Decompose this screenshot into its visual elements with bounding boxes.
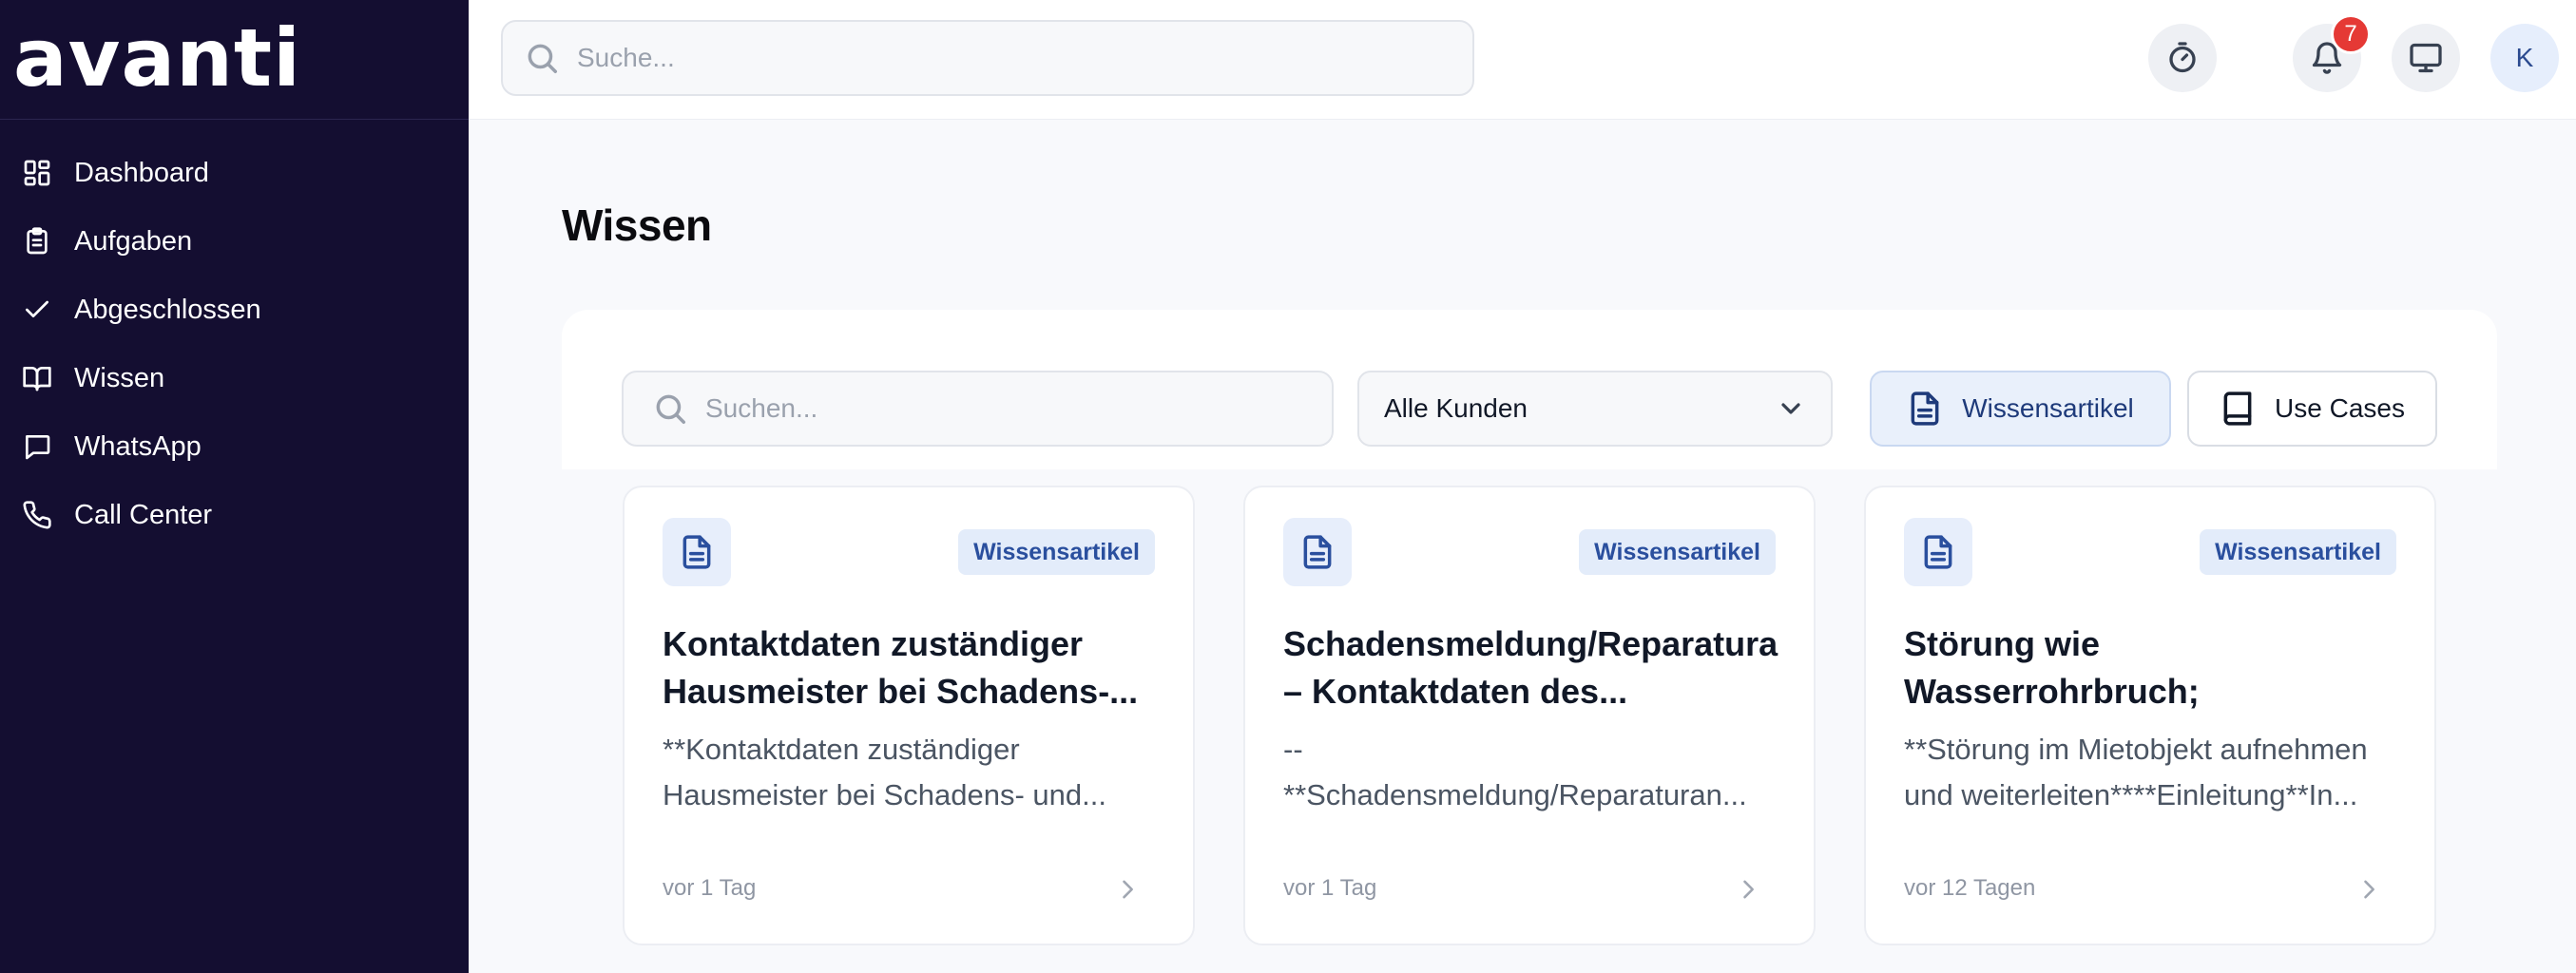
knowledge-search-input[interactable]	[705, 393, 1295, 424]
sidebar-item-label: Call Center	[74, 499, 213, 530]
notification-count-badge: 7	[2331, 14, 2371, 54]
global-search-input[interactable]	[577, 43, 1432, 73]
book-icon	[2223, 391, 2252, 426]
card-description: **Störung im Mietobjekt aufnehmen und we…	[1904, 733, 2368, 811]
card-description: -- **Schadensmeldung/Reparaturan...	[1283, 733, 1747, 811]
sidebar-item-aufgaben[interactable]: Aufgaben	[0, 207, 469, 276]
clipboard-icon	[19, 223, 55, 259]
message-icon	[19, 429, 55, 465]
book-open-icon	[19, 360, 55, 396]
card-date: vor 12 Tagen	[1904, 875, 2036, 901]
toggle-use-cases[interactable]: Use Cases	[2187, 371, 2437, 447]
document-icon	[1283, 518, 1352, 586]
card-type-badge: Wissensartikel	[1579, 529, 1776, 575]
knowledge-search[interactable]	[622, 371, 1334, 447]
sidebar-item-label: Dashboard	[74, 157, 209, 188]
user-avatar[interactable]: K	[2490, 24, 2559, 92]
card-description: **Kontaktdaten zuständiger Hausmeister b…	[663, 733, 1106, 811]
chevron-right-icon[interactable]	[1113, 875, 1142, 904]
card-title: Schadensmeldung/Reparaturan – Kontaktdat…	[1283, 624, 1779, 711]
card-title: Kontaktdaten zuständiger Hausmeister bei…	[663, 624, 1139, 711]
logo-area: avanti	[0, 0, 469, 120]
customer-select[interactable]: Alle Kunden	[1357, 371, 1833, 447]
toggle-label: Use Cases	[2275, 393, 2405, 423]
sidebar-item-whatsapp[interactable]: WhatsApp	[0, 412, 469, 481]
document-icon	[663, 518, 731, 586]
sidebar-item-wissen[interactable]: Wissen	[0, 344, 469, 412]
sidebar-item-label: Aufgaben	[74, 225, 193, 257]
phone-icon	[19, 497, 55, 533]
page-title: Wissen	[562, 200, 712, 250]
global-search[interactable]	[501, 20, 1474, 96]
sidebar-item-label: Abgeschlossen	[74, 294, 261, 325]
knowledge-card[interactable]: Wissensartikel Schadensmeldung/Reparatur…	[1243, 486, 1816, 945]
card-date: vor 1 Tag	[663, 875, 757, 901]
card-date: vor 1 Tag	[1283, 875, 1377, 901]
display-button[interactable]	[2392, 24, 2460, 92]
knowledge-card[interactable]: Wissensartikel Kontaktdaten zuständiger …	[623, 486, 1195, 945]
chevron-down-icon	[1781, 403, 1800, 414]
search-icon	[528, 44, 557, 73]
sidebar-item-abgeschlossen[interactable]: Abgeschlossen	[0, 276, 469, 344]
chevron-right-icon[interactable]	[2355, 875, 2383, 904]
chevron-right-icon[interactable]	[1734, 875, 1762, 904]
sidebar-item-dashboard[interactable]: Dashboard	[0, 139, 469, 207]
document-icon	[1911, 391, 1939, 426]
sidebar-item-call-center[interactable]: Call Center	[0, 481, 469, 549]
card-title: Störung wie Wasserrohrbruch; Stromausfal…	[1904, 624, 2200, 711]
sidebar-nav: Dashboard Aufgaben Abgeschlossen Wissen …	[0, 120, 469, 549]
document-icon	[1904, 518, 1972, 586]
sidebar-item-label: Wissen	[74, 362, 165, 393]
app-logo[interactable]: avanti	[13, 18, 301, 98]
search-icon	[656, 394, 685, 424]
monitor-icon	[2410, 43, 2442, 73]
check-icon	[19, 292, 55, 328]
timer-icon	[2169, 42, 2196, 73]
toggle-wissensartikel[interactable]: Wissensartikel	[1870, 371, 2171, 447]
dashboard-icon	[19, 155, 55, 191]
card-type-badge: Wissensartikel	[958, 529, 1155, 575]
toggle-label: Wissensartikel	[1962, 393, 2134, 423]
knowledge-card[interactable]: Wissensartikel Störung wie Wasserrohrbru…	[1864, 486, 2436, 945]
card-type-badge: Wissensartikel	[2200, 529, 2396, 575]
timer-button[interactable]	[2148, 24, 2217, 92]
customer-select-value: Alle Kunden	[1384, 393, 1528, 423]
sidebar: avanti Dashboard Aufgaben Abgeschlossen …	[0, 0, 469, 973]
top-bar	[469, 0, 2576, 120]
sidebar-item-label: WhatsApp	[74, 430, 202, 462]
